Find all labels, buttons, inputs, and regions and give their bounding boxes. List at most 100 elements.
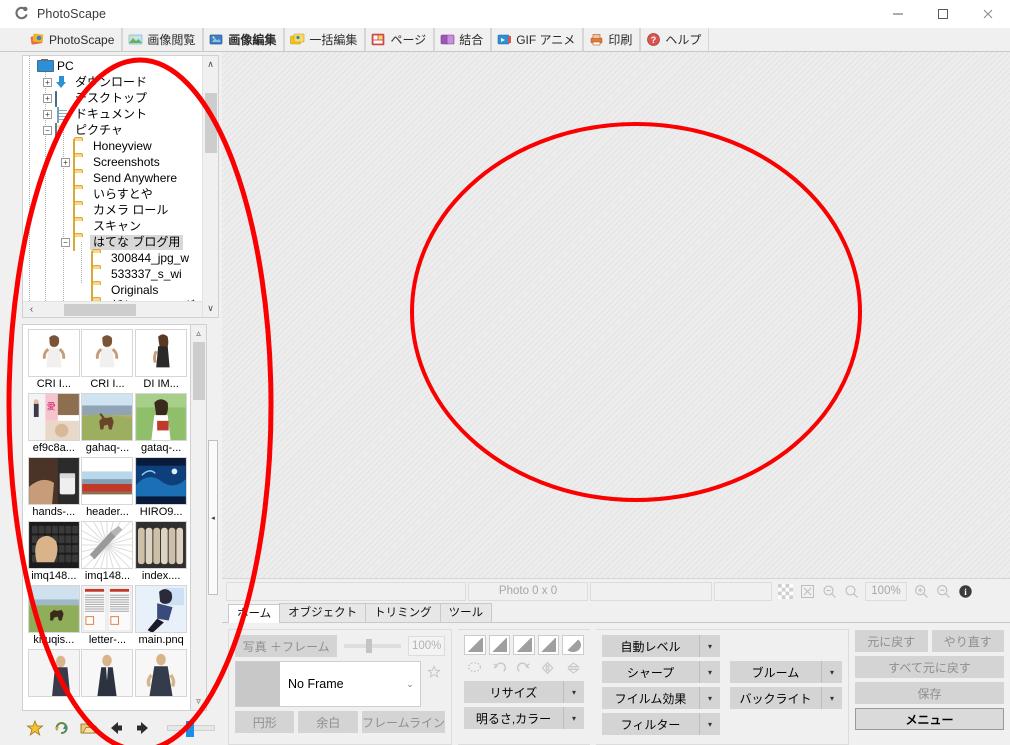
thumbnail-item[interactable]: DI IM... (135, 329, 188, 391)
thumbnail-image[interactable] (81, 329, 134, 377)
thumbnail-item[interactable]: CRI I... (81, 329, 134, 391)
zoom-fit-width-icon[interactable] (818, 582, 840, 601)
thumbnail-item[interactable]: header... (81, 457, 134, 519)
frame-opacity-slider[interactable] (344, 639, 402, 653)
tree-node[interactable]: いらすとや (25, 186, 218, 203)
thumbnail-item[interactable]: index.... (135, 521, 188, 583)
undo-button[interactable]: 元に戻す (855, 630, 928, 652)
thumbnail-item[interactable]: gahaq-... (81, 393, 134, 455)
tree-node[interactable]: Originals (25, 282, 218, 299)
tree-expander[interactable]: + (43, 109, 52, 119)
tab-page[interactable]: ページ (365, 28, 435, 51)
thumbnail-item[interactable]: imq148... (81, 521, 134, 583)
thumbnail-image[interactable] (135, 521, 188, 569)
splitter-handle[interactable]: ◂ (208, 440, 218, 595)
favorite-star-icon[interactable] (26, 719, 44, 737)
thumbnail-image[interactable] (135, 329, 188, 377)
auto-level-label[interactable]: 自動レベル (602, 635, 699, 657)
undo-all-button[interactable]: すべて元に戻す (855, 656, 1004, 678)
brightness-button-label[interactable]: 明るさ,カラー (464, 707, 563, 729)
level-box-4[interactable] (537, 635, 560, 655)
tree-expander[interactable]: − (43, 125, 52, 135)
margin-button[interactable]: 余白 (298, 711, 358, 733)
backlight-label[interactable]: バックライト (730, 687, 821, 709)
panel-splitter[interactable]: ◂ (207, 324, 219, 711)
tab-print[interactable]: 印刷 (583, 28, 641, 51)
chevron-down-icon[interactable]: ▾ (699, 635, 720, 657)
rotate-right-icon[interactable] (513, 659, 535, 677)
thumbnail-image[interactable] (135, 457, 188, 505)
thumbnail-image[interactable] (81, 585, 134, 633)
thumbnail-item[interactable]: letter-... (81, 585, 134, 647)
minimize-button[interactable] (875, 0, 920, 28)
tree-expander[interactable]: − (61, 237, 70, 247)
frame-select[interactable]: No Frame ⌄ (235, 661, 421, 707)
tab-batch-editor[interactable]: 一括編集 (284, 28, 366, 51)
chevron-down-icon[interactable]: ▾ (699, 687, 720, 709)
tab-object[interactable]: オブジェクト (279, 603, 367, 622)
thumbnail-item[interactable]: HIRO9... (135, 457, 188, 519)
folder-tree[interactable]: PC + ダウンロード + デスクトップ + ドキュメント − ピクチャ Honeyview + Sc… (23, 56, 218, 301)
thumbnail-vertical-scrollbar[interactable]: ▵ ▿ (191, 324, 207, 711)
thumbnail-item[interactable]: kiruqis... (27, 585, 80, 647)
refresh-icon[interactable] (53, 719, 71, 737)
chevron-down-icon[interactable]: ▾ (563, 681, 584, 703)
tree-node[interactable]: 533337_s_wi (25, 266, 218, 283)
filter-dropdown[interactable]: フィルター ▾ (602, 713, 720, 735)
chevron-down-icon[interactable]: ▾ (699, 661, 720, 683)
path-field[interactable] (226, 581, 466, 601)
tree-node[interactable]: − ピクチャ (25, 122, 218, 139)
tab-tools[interactable]: ツール (439, 603, 493, 622)
thumbnail-image[interactable]: 愛 (27, 393, 80, 441)
thumbnail-image[interactable] (135, 649, 188, 697)
thumbnail-item[interactable]: imq148... (27, 521, 80, 583)
filter-label[interactable]: フィルター (602, 713, 699, 735)
tab-image-editor[interactable]: 画像編集 (203, 28, 285, 51)
thumbnail-item[interactable] (27, 649, 80, 698)
thumbnail-grid[interactable]: CRI I... CRI I... DI IM... 愛 ef9c8a... gahaq-… (22, 324, 191, 711)
brightness-color-dropdown[interactable]: 明るさ,カラー ▾ (464, 707, 584, 729)
tree-node[interactable]: − はてな ブログ用 (25, 234, 218, 251)
tree-node[interactable]: PC (25, 58, 218, 74)
rotate-left-icon[interactable] (489, 659, 511, 677)
bloom-label[interactable]: ブルーム (730, 661, 821, 683)
tab-help[interactable]: ? ヘルプ (640, 28, 710, 51)
flip-horizontal-icon[interactable] (538, 659, 560, 677)
tab-image-viewer[interactable]: 画像閲覧 (122, 28, 204, 51)
level-box-3[interactable] (513, 635, 535, 655)
thumbnail-item[interactable] (135, 649, 188, 698)
thumbnail-item[interactable]: 愛 ef9c8a... (27, 393, 80, 455)
close-button[interactable] (965, 0, 1010, 28)
frame-line-button[interactable]: フレームライン (361, 711, 446, 733)
lasso-icon[interactable] (464, 659, 486, 677)
thumbnail-image[interactable] (27, 649, 80, 697)
thumbnail-item[interactable]: main.pnq (135, 585, 188, 647)
level-box-5[interactable] (562, 635, 584, 655)
chevron-down-icon[interactable]: ▾ (563, 707, 584, 729)
tree-horizontal-scrollbar[interactable]: ‹ › (23, 301, 218, 317)
tab-crop[interactable]: トリミング (365, 603, 441, 622)
auto-level-dropdown[interactable]: 自動レベル ▾ (602, 635, 720, 657)
thumbnail-item[interactable]: hands-... (27, 457, 80, 519)
sharpen-dropdown[interactable]: シャープ ▾ (602, 661, 720, 683)
tab-combine[interactable]: 結合 (434, 28, 492, 51)
thumb-scroll-thumb[interactable] (192, 342, 205, 400)
thumbnail-size-slider[interactable] (167, 721, 215, 737)
thumb-scroll-down-button[interactable]: ▿ (191, 693, 207, 710)
tree-node[interactable]: 新しいフォルダー (25, 298, 218, 301)
zoom-level-field[interactable]: 100% (865, 581, 907, 601)
thumbnail-image[interactable] (81, 649, 134, 697)
thumbnail-item[interactable]: CRI I... (27, 329, 80, 391)
tree-scroll-down-button[interactable]: ∨ (203, 300, 219, 317)
chevron-down-icon[interactable]: ▾ (699, 713, 720, 735)
tree-expander[interactable]: + (61, 157, 70, 167)
tree-hscroll-thumb[interactable] (64, 303, 136, 316)
chevron-down-icon[interactable]: ▾ (821, 687, 842, 709)
film-effect-dropdown[interactable]: フイルム効果 ▾ (602, 687, 720, 709)
thumbnail-item[interactable] (81, 649, 134, 698)
open-folder-icon[interactable] (80, 719, 98, 737)
save-button[interactable]: 保存 (855, 682, 1004, 704)
thumbnail-image[interactable] (135, 393, 188, 441)
tree-node[interactable]: + ドキュメント (25, 106, 218, 123)
photo-frame-button[interactable]: 写真 ＋フレーム (235, 635, 338, 657)
